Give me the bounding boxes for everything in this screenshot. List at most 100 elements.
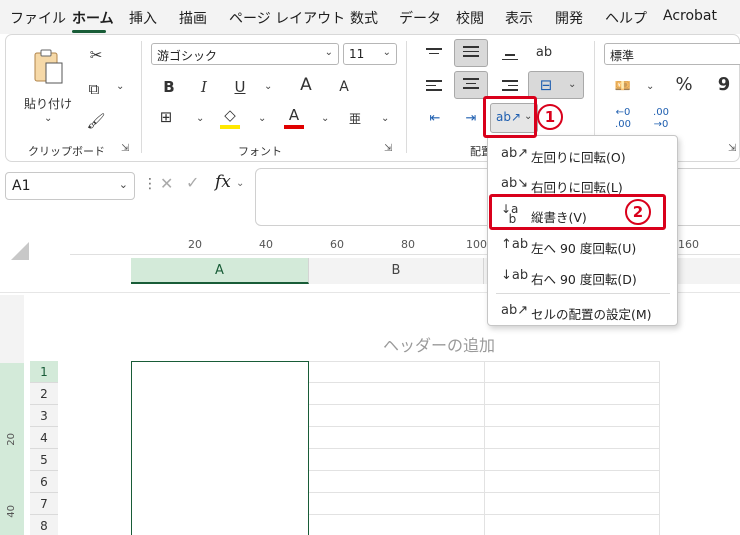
clipboard-group-label: クリップボード — [28, 145, 105, 158]
ruler-mark: 60 — [330, 238, 344, 251]
tab-developer[interactable]: 開発 — [555, 8, 583, 28]
fill-color-icon[interactable]: ◇ — [220, 105, 240, 125]
borders-dropdown-chevron-icon[interactable]: ⌄ — [196, 113, 204, 124]
column-header-b[interactable]: B — [309, 258, 484, 284]
number-format-combo[interactable]: 標準 — [604, 43, 740, 65]
increase-indent-icon[interactable]: ⇥ — [462, 109, 480, 129]
font-color-bar — [284, 125, 304, 129]
tab-formulas[interactable]: 数式 — [350, 8, 378, 28]
tab-acrobat[interactable]: Acrobat — [663, 8, 717, 24]
rotate-ccw-icon: ab↗ — [501, 146, 529, 161]
tab-review[interactable]: 校閲 — [456, 8, 484, 28]
format-cells-alignment-icon: ab↗ — [501, 303, 529, 318]
font-name-combo[interactable]: 游ゴシック ⌄ — [151, 43, 339, 65]
decrease-indent-icon[interactable]: ⇤ — [426, 109, 444, 129]
tab-view[interactable]: 表示 — [505, 8, 533, 28]
header-placeholder[interactable]: ヘッダーの追加 — [383, 332, 495, 356]
shrink-font-button[interactable]: A — [336, 77, 352, 97]
align-right-icon[interactable] — [502, 77, 518, 94]
increase-decimal-icon[interactable]: ←0.00 — [610, 107, 636, 131]
chevron-down-icon: ⌄ — [382, 47, 391, 58]
menu-item-label: 左へ 90 度回転(U) — [531, 241, 637, 256]
number-launcher-icon[interactable]: ⇲ — [728, 143, 736, 154]
group-divider — [406, 41, 407, 153]
row-header-5[interactable]: 5 — [30, 449, 58, 471]
ruler-mark: 160 — [678, 238, 699, 251]
comma-style-button[interactable]: 9 — [716, 75, 732, 95]
select-all-corner[interactable] — [5, 240, 31, 262]
menu-item-label: 左回りに回転(O) — [531, 150, 626, 165]
ruler-mark: 20 — [188, 238, 202, 251]
menu-item-rotate-ccw[interactable]: ab↗ 左回りに回転(O) — [488, 138, 677, 170]
fill-color-dropdown-chevron-icon[interactable]: ⌄ — [258, 113, 266, 124]
merge-dropdown-chevron-icon[interactable]: ⌄ — [568, 79, 576, 90]
name-box-value: A1 — [12, 178, 31, 194]
row-header-2[interactable]: 2 — [30, 383, 58, 405]
underline-button[interactable]: U — [232, 77, 248, 97]
selected-cell-a1[interactable] — [131, 361, 309, 535]
copy-dropdown-chevron-icon[interactable]: ⌄ — [116, 81, 124, 92]
bold-button[interactable]: B — [161, 77, 177, 97]
font-color-dropdown-chevron-icon[interactable]: ⌄ — [321, 113, 329, 124]
tab-file[interactable]: ファイル — [10, 8, 66, 28]
name-box[interactable]: A1 ⌄ — [5, 172, 135, 200]
chevron-down-icon: ⌄ — [324, 47, 333, 58]
clipboard-launcher-icon[interactable]: ⇲ — [121, 143, 129, 154]
insert-function-button[interactable]: fx — [215, 172, 231, 192]
more-options-icon[interactable]: ⋮ — [143, 176, 157, 192]
cancel-entry-icon[interactable]: ✕ — [160, 174, 173, 193]
row-header-3[interactable]: 3 — [30, 405, 58, 427]
tab-insert[interactable]: 挿入 — [129, 8, 157, 28]
ruler-mark: 100 — [466, 238, 487, 251]
vruler-mark: 40 — [6, 505, 17, 518]
accounting-dropdown-chevron-icon[interactable]: ⌄ — [646, 81, 654, 92]
borders-icon[interactable]: ⊞ — [156, 107, 176, 127]
format-painter-icon[interactable]: 🖌 — [86, 111, 106, 131]
active-tab-indicator — [72, 30, 106, 33]
paste-label[interactable]: 貼り付け — [24, 95, 72, 112]
row-header-1[interactable]: 1 — [30, 361, 58, 383]
decrease-decimal-icon[interactable]: .00 →0 — [648, 107, 674, 131]
phonetic-dropdown-chevron-icon[interactable]: ⌄ — [381, 113, 389, 124]
ruler-mark: 80 — [401, 238, 415, 251]
vruler-mark: 20 — [6, 433, 17, 446]
copy-icon[interactable]: ⧉ — [84, 79, 104, 99]
font-group-label: フォント — [238, 145, 282, 158]
cut-icon[interactable]: ✂ — [86, 45, 106, 65]
tab-draw[interactable]: 描画 — [179, 8, 207, 28]
accounting-format-icon[interactable]: 💴 — [612, 77, 634, 97]
fx-chevron-down-icon[interactable]: ⌄ — [236, 178, 244, 189]
row-header-7[interactable]: 7 — [30, 493, 58, 515]
menu-item-rotate-down[interactable]: ↓ab 右へ 90 度回転(D) — [488, 260, 677, 292]
tab-help[interactable]: ヘルプ — [605, 8, 647, 28]
column-gridline — [659, 361, 660, 535]
rotate-up-icon: ↑ab — [501, 237, 529, 252]
step-badge-1: 1 — [537, 104, 563, 130]
align-bottom-icon[interactable] — [502, 51, 518, 63]
wrap-text-ab-icon[interactable]: ab — [534, 43, 554, 63]
percent-style-button[interactable]: % — [674, 75, 694, 95]
row-header-8[interactable]: 8 — [30, 515, 58, 535]
row-header-4[interactable]: 4 — [30, 427, 58, 449]
grow-font-button[interactable]: A — [296, 75, 316, 95]
align-top-icon[interactable] — [426, 45, 442, 57]
align-left-icon[interactable] — [426, 77, 442, 94]
paste-icon[interactable] — [32, 47, 66, 87]
paste-dropdown-chevron-icon[interactable]: ⌄ — [44, 113, 52, 124]
font-color-button[interactable]: A — [284, 105, 304, 125]
menu-item-label: セルの配置の設定(M) — [531, 307, 652, 322]
italic-button[interactable]: I — [196, 77, 212, 97]
confirm-entry-icon[interactable]: ✓ — [186, 173, 199, 192]
underline-dropdown-chevron-icon[interactable]: ⌄ — [264, 81, 272, 92]
column-header-a[interactable]: A — [131, 258, 309, 284]
tab-home[interactable]: ホーム — [72, 8, 114, 28]
menu-item-format-cells-alignment[interactable]: ab↗ セルの配置の設定(M) — [488, 295, 677, 327]
phonetic-guide-button[interactable]: 亜 — [346, 109, 364, 129]
tab-page-layout[interactable]: ページ レイアウト — [229, 8, 345, 28]
row-header-6[interactable]: 6 — [30, 471, 58, 493]
menu-item-rotate-up[interactable]: ↑ab 左へ 90 度回転(U) — [488, 229, 677, 261]
font-size-combo[interactable]: 11 ⌄ — [343, 43, 397, 65]
tab-data[interactable]: データ — [399, 8, 441, 28]
font-launcher-icon[interactable]: ⇲ — [384, 143, 392, 154]
highlight-orientation-button — [483, 96, 537, 138]
